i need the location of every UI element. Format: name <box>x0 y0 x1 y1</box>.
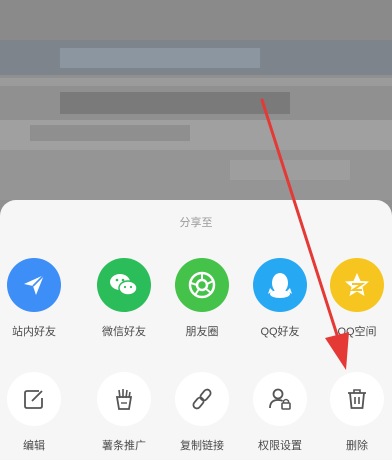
qq-icon <box>253 258 307 312</box>
user-lock-icon <box>253 372 307 426</box>
link-icon <box>175 372 229 426</box>
paper-plane-icon <box>7 258 61 312</box>
share-target-in-app-friend[interactable]: 站内好友 <box>0 258 73 339</box>
share-target-moments[interactable]: 朋友圈 <box>163 258 241 339</box>
qzone-icon <box>330 258 384 312</box>
share-target-wechat-friend[interactable]: 微信好友 <box>85 258 163 339</box>
promote-button[interactable]: 薯条推广 <box>85 372 163 453</box>
moments-icon <box>175 258 229 312</box>
trash-icon <box>330 372 384 426</box>
permission-settings-button[interactable]: 权限设置 <box>241 372 319 453</box>
edit-button[interactable]: 编辑 <box>0 372 73 453</box>
share-target-qzone[interactable]: QQ空间 <box>318 258 392 339</box>
blurred-background <box>0 0 392 215</box>
fries-icon <box>97 372 151 426</box>
share-sheet-title: 分享至 <box>179 217 213 229</box>
share-target-qq-friend[interactable]: QQ好友 <box>241 258 319 339</box>
wechat-icon <box>97 258 151 312</box>
delete-button[interactable]: 删除 <box>318 372 392 453</box>
copy-link-button[interactable]: 复制链接 <box>163 372 241 453</box>
edit-icon <box>7 372 61 426</box>
